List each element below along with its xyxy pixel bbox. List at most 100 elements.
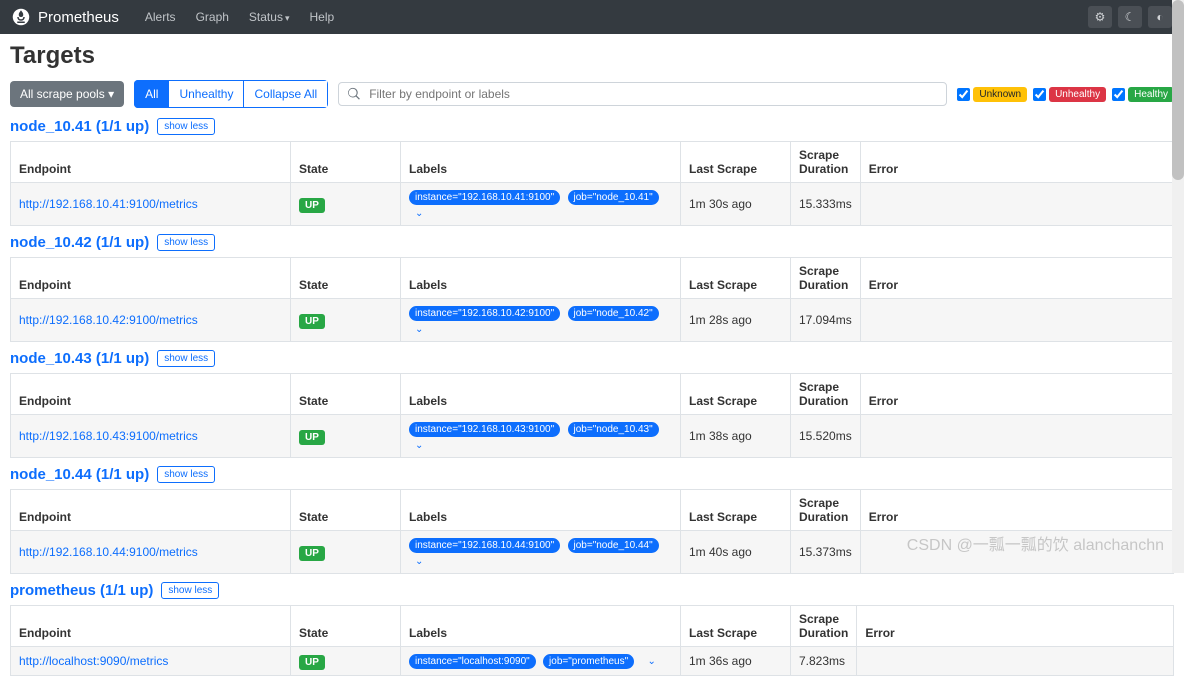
label-pill-instance: instance="localhost:9090" [409,654,536,669]
th-labels: Labels [401,142,681,183]
state-badge: UP [299,198,325,213]
toggle-unknown[interactable]: Unknown [957,87,1027,102]
expand-labels-icon[interactable]: ⌄ [647,656,655,667]
scrape-duration: 15.333ms [791,183,861,226]
brand-text: Prometheus [38,9,119,26]
table-row: http://192.168.10.42:9100/metrics UP ins… [11,299,1174,342]
th-endpoint: Endpoint [11,258,291,299]
show-less-button[interactable]: show less [157,350,215,367]
scrape-duration: 15.373ms [791,531,861,574]
pool: node_10.44 (1/1 up) show less Endpoint S… [10,466,1174,574]
label-pill-job: job="node_10.42" [568,306,659,321]
label-pill-job: job="node_10.44" [568,538,659,553]
label-pill-job: job="node_10.43" [568,422,659,437]
filter-all[interactable]: All [134,80,169,108]
nav-status[interactable]: Status▾ [239,10,300,24]
last-scrape: 1m 30s ago [681,183,791,226]
th-labels: Labels [401,490,681,531]
toggle-unhealthy[interactable]: Unhealthy [1033,87,1106,102]
show-less-button[interactable]: show less [157,118,215,135]
pool-title[interactable]: node_10.43 (1/1 up) [10,350,149,367]
expand-labels-icon[interactable]: ⌄ [415,440,423,451]
th-error: Error [860,374,1173,415]
expand-labels-icon[interactable]: ⌄ [415,208,423,219]
th-duration: Scrape Duration [791,490,861,531]
th-state: State [291,490,401,531]
last-scrape: 1m 40s ago [681,531,791,574]
endpoint-link[interactable]: http://192.168.10.44:9100/metrics [19,545,198,559]
brand[interactable]: Prometheus [12,8,119,26]
scrape-duration: 7.823ms [791,647,857,676]
label-pill-instance: instance="192.168.10.42:9100" [409,306,560,321]
state-badge: UP [299,314,325,329]
table-row: http://192.168.10.43:9100/metrics UP ins… [11,415,1174,458]
pool: node_10.43 (1/1 up) show less Endpoint S… [10,350,1174,458]
state-badge: UP [299,655,325,670]
label-pill-instance: instance="192.168.10.44:9100" [409,538,560,553]
status-filter-badges: Unknown Unhealthy Healthy [957,87,1174,102]
targets-table: Endpoint State Labels Last Scrape Scrape… [10,489,1174,574]
theme-toggle-moon-icon[interactable]: ☾ [1118,6,1142,28]
th-state: State [291,258,401,299]
th-last-scrape: Last Scrape [681,606,791,647]
pool: node_10.42 (1/1 up) show less Endpoint S… [10,234,1174,342]
th-state: State [291,374,401,415]
th-state: State [291,606,401,647]
toggle-healthy[interactable]: Healthy [1112,87,1174,102]
page-title: Targets [10,42,1174,70]
th-labels: Labels [401,258,681,299]
nav-alerts[interactable]: Alerts [135,10,186,24]
th-last-scrape: Last Scrape [681,142,791,183]
collapse-all[interactable]: Collapse All [244,80,328,108]
table-row: http://localhost:9090/metrics UP instanc… [11,647,1174,676]
search-wrap [338,82,947,106]
last-scrape: 1m 38s ago [681,415,791,458]
settings-icon[interactable]: ⚙ [1088,6,1112,28]
show-less-button[interactable]: show less [157,466,215,483]
targets-table: Endpoint State Labels Last Scrape Scrape… [10,257,1174,342]
endpoint-link[interactable]: http://localhost:9090/metrics [19,654,168,668]
state-badge: UP [299,430,325,445]
scrollbar-thumb[interactable] [1172,0,1184,180]
th-duration: Scrape Duration [791,258,861,299]
targets-table: Endpoint State Labels Last Scrape Scrape… [10,605,1174,676]
label-pill-instance: instance="192.168.10.43:9100" [409,422,560,437]
pool-title[interactable]: node_10.42 (1/1 up) [10,234,149,251]
table-row: http://192.168.10.44:9100/metrics UP ins… [11,531,1174,574]
show-less-button[interactable]: show less [157,234,215,251]
filter-group: All Unhealthy Collapse All [134,80,328,108]
scrape-duration: 17.094ms [791,299,861,342]
th-last-scrape: Last Scrape [681,258,791,299]
search-icon [347,87,361,101]
error-cell [860,299,1173,342]
expand-labels-icon[interactable]: ⌄ [415,556,423,567]
endpoint-link[interactable]: http://192.168.10.43:9100/metrics [19,429,198,443]
endpoint-link[interactable]: http://192.168.10.41:9100/metrics [19,197,198,211]
pool-title[interactable]: node_10.41 (1/1 up) [10,118,149,135]
nav-graph[interactable]: Graph [186,10,239,24]
targets-table: Endpoint State Labels Last Scrape Scrape… [10,141,1174,226]
state-badge: UP [299,546,325,561]
theme-toggle-contrast-icon[interactable]: ◐ [1148,6,1172,28]
scrape-pools-dropdown[interactable]: All scrape pools ▾ [10,81,124,107]
error-cell [860,183,1173,226]
expand-labels-icon[interactable]: ⌄ [415,324,423,335]
filter-unhealthy[interactable]: Unhealthy [169,80,244,108]
th-state: State [291,142,401,183]
th-error: Error [857,606,1174,647]
th-duration: Scrape Duration [791,374,861,415]
search-input[interactable] [369,87,938,101]
scrollbar[interactable] [1172,0,1184,573]
pool: prometheus (1/1 up) show less Endpoint S… [10,582,1174,676]
th-labels: Labels [401,374,681,415]
scrape-duration: 15.520ms [791,415,861,458]
navbar: Prometheus Alerts Graph Status▾ Help ⚙ ☾… [0,0,1184,34]
show-less-button[interactable]: show less [161,582,219,599]
pool-title[interactable]: node_10.44 (1/1 up) [10,466,149,483]
endpoint-link[interactable]: http://192.168.10.42:9100/metrics [19,313,198,327]
th-endpoint: Endpoint [11,374,291,415]
th-endpoint: Endpoint [11,606,291,647]
pool-title[interactable]: prometheus (1/1 up) [10,582,153,599]
nav-help[interactable]: Help [299,10,344,24]
last-scrape: 1m 36s ago [681,647,791,676]
